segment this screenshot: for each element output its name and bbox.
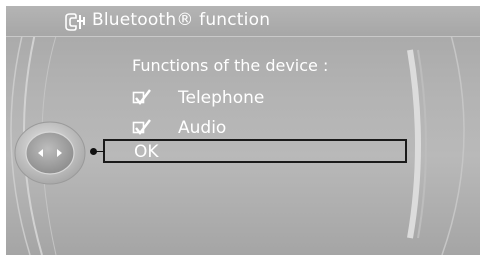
phone-settings-icon [65,13,85,31]
option-label: Audio [178,118,227,138]
scroll-arc [407,49,421,239]
ok-label: OK [134,142,159,162]
focus-connector-dot [90,148,97,155]
window-title: Bluetooth® function [92,10,271,30]
checkbox-checked-icon[interactable] [132,119,152,137]
section-heading: Functions of the device : [132,56,329,75]
option-label: Telephone [178,88,265,108]
checkbox-checked-icon[interactable] [132,89,152,107]
ok-button[interactable]: OK [103,139,407,163]
display-screen: Bluetooth® function Functions of the dev… [6,6,480,255]
title-bar: Bluetooth® function [6,6,480,37]
controller-knob-icon [14,121,86,185]
